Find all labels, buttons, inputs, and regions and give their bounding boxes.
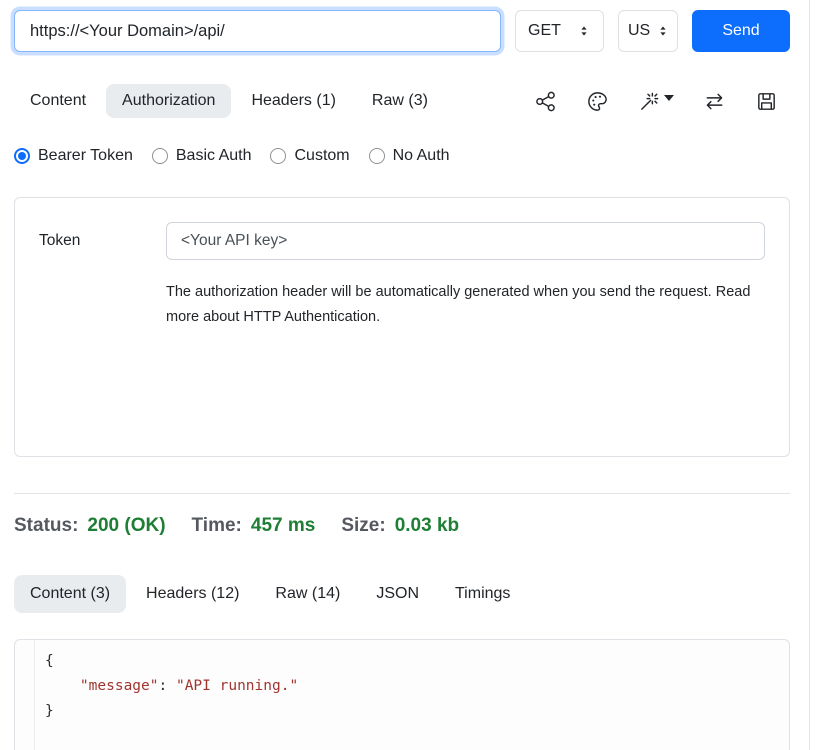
request-tabs: Content Authorization Headers (1) Raw (3… xyxy=(14,84,444,118)
magic-wand-icon xyxy=(638,90,661,113)
page-scrollbar[interactable] xyxy=(809,0,823,750)
toolbar xyxy=(534,90,790,113)
swap-arrows-icon[interactable] xyxy=(703,90,726,113)
response-tabs: Content (3) Headers (12) Raw (14) JSON T… xyxy=(14,575,526,613)
token-row: Token xyxy=(39,222,765,260)
code-gutter xyxy=(15,640,35,750)
radio-label: Custom xyxy=(294,147,349,165)
request-bar: GET US Send xyxy=(14,10,790,52)
region-select-value: US xyxy=(628,22,650,40)
radio-label: Bearer Token xyxy=(38,147,133,165)
radio-label: Basic Auth xyxy=(176,147,252,165)
json-indent xyxy=(45,678,80,694)
tab-content[interactable]: Content xyxy=(14,84,102,118)
status-value: 200 (OK) xyxy=(87,515,165,537)
time-label: Time: xyxy=(192,515,242,537)
auth-type-options: Bearer Token Basic Auth Custom No Auth xyxy=(14,147,790,165)
radio-custom[interactable]: Custom xyxy=(270,147,349,165)
response-tabs-row: Content (3) Headers (12) Raw (14) JSON T… xyxy=(14,575,790,613)
magic-wand-dropdown[interactable] xyxy=(638,90,674,113)
status-label: Status: xyxy=(14,515,78,537)
response-status-row: Status: 200 (OK) Time: 457 ms Size: 0.03… xyxy=(14,515,790,537)
response-json-code: { "message": "API running." } xyxy=(35,640,308,750)
palette-icon[interactable] xyxy=(586,90,609,113)
radio-no-auth[interactable]: No Auth xyxy=(369,147,450,165)
api-tester-page: GET US Send Content Authorization Header… xyxy=(14,0,790,750)
save-icon[interactable] xyxy=(755,90,778,113)
radio-icon xyxy=(369,148,385,164)
radio-bearer-token[interactable]: Bearer Token xyxy=(14,147,133,165)
json-colon: : xyxy=(159,678,176,694)
tab-raw[interactable]: Raw (3) xyxy=(356,84,444,118)
json-open-brace: { xyxy=(45,653,54,669)
radio-selected-icon xyxy=(14,148,30,164)
size-label: Size: xyxy=(341,515,385,537)
method-select[interactable]: GET xyxy=(515,10,604,52)
tab-response-content[interactable]: Content (3) xyxy=(14,575,126,613)
radio-label: No Auth xyxy=(393,147,450,165)
json-key: "message" xyxy=(80,678,159,694)
json-close-brace: } xyxy=(45,703,54,719)
tab-response-json[interactable]: JSON xyxy=(360,575,435,613)
share-icon[interactable] xyxy=(534,90,557,113)
chevron-expand-icon xyxy=(577,24,591,38)
section-divider xyxy=(14,493,790,494)
tab-response-timings[interactable]: Timings xyxy=(439,575,526,613)
radio-icon xyxy=(152,148,168,164)
request-tabs-row: Content Authorization Headers (1) Raw (3… xyxy=(14,84,790,118)
token-input[interactable] xyxy=(166,222,765,260)
tab-authorization[interactable]: Authorization xyxy=(106,84,231,118)
token-label: Token xyxy=(39,232,166,250)
tab-response-headers[interactable]: Headers (12) xyxy=(130,575,255,613)
radio-basic-auth[interactable]: Basic Auth xyxy=(152,147,252,165)
radio-icon xyxy=(270,148,286,164)
auth-help-text: The authorization header will be automat… xyxy=(166,280,765,330)
send-button[interactable]: Send xyxy=(692,10,790,52)
tab-response-raw[interactable]: Raw (14) xyxy=(259,575,356,613)
tab-headers[interactable]: Headers (1) xyxy=(235,84,351,118)
time-value: 457 ms xyxy=(251,515,315,537)
size-value: 0.03 kb xyxy=(395,515,459,537)
time-pair: Time: 457 ms xyxy=(192,515,316,537)
region-select[interactable]: US xyxy=(618,10,678,52)
method-select-value: GET xyxy=(528,22,561,40)
caret-down-icon xyxy=(664,95,674,101)
bearer-token-panel: Token The authorization header will be a… xyxy=(14,197,790,457)
chevron-expand-icon xyxy=(656,24,670,38)
status-pair: Status: 200 (OK) xyxy=(14,515,166,537)
json-value: "API running." xyxy=(176,678,298,694)
size-pair: Size: 0.03 kb xyxy=(341,515,459,537)
url-input[interactable] xyxy=(14,10,501,52)
response-body-panel: { "message": "API running." } xyxy=(14,639,790,750)
